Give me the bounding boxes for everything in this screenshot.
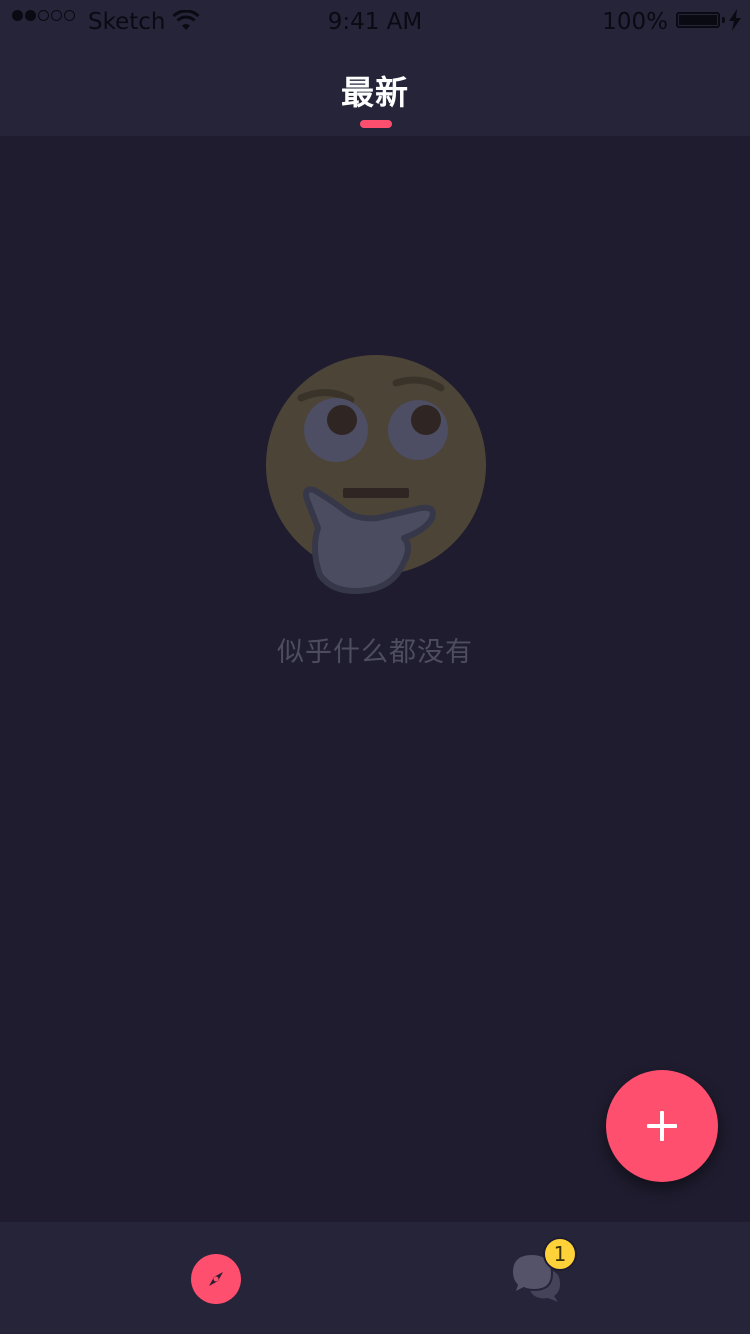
battery-icon	[676, 12, 720, 28]
add-button[interactable]	[606, 1070, 718, 1182]
compass-icon	[209, 1272, 223, 1286]
empty-state-message: 似乎什么都没有	[277, 637, 473, 668]
tab-discover[interactable]	[191, 1254, 241, 1304]
battery-tip	[722, 17, 725, 23]
thinking-face-icon	[256, 350, 496, 600]
message-count-badge: 1	[543, 1237, 577, 1271]
active-tab-indicator	[360, 120, 392, 128]
tab-latest[interactable]: 最新	[0, 66, 750, 114]
bottom-tab-bar	[0, 1222, 750, 1334]
battery-percentage: 100%	[602, 9, 668, 35]
top-header: Sketch 9:41 AM 100% 最新	[0, 0, 750, 136]
charging-bolt-icon	[728, 9, 742, 37]
status-bar: Sketch 9:41 AM 100%	[0, 0, 750, 44]
plus-icon	[647, 1111, 677, 1141]
